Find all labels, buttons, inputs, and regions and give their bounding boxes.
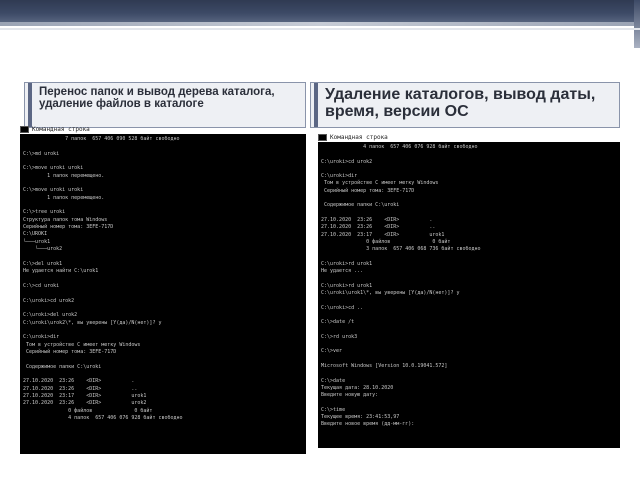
right-section-title: Удаление каталогов, вывод даты, время, в… [325, 86, 596, 120]
right-console-text: 4 папок 657 406 076 928 байт свободно C:… [321, 144, 481, 428]
right-cmd-window-title: Командная строка [330, 134, 388, 141]
slide-header-accent [0, 22, 640, 26]
left-cmd-window-title: Командная строка [32, 126, 90, 133]
right-cmd-window-titlebar: Командная строка [318, 134, 620, 142]
heading-bullet-bar [314, 83, 318, 127]
right-section-heading: Удаление каталогов, вывод даты, время, в… [310, 82, 620, 128]
cmd-icon [318, 134, 327, 141]
slide-divider [0, 28, 640, 30]
left-section-title: Перенос папок и вывод дерева каталога, у… [39, 86, 275, 111]
right-console-output: 4 папок 657 406 076 928 байт свободно C:… [318, 142, 620, 448]
left-section-heading: Перенос папок и вывод дерева каталога, у… [24, 82, 306, 128]
cmd-icon [20, 126, 29, 133]
left-cmd-window-titlebar: Командная строка [20, 126, 306, 134]
right-cmd-window: Командная строка 4 папок 657 406 076 928… [318, 134, 620, 448]
heading-bullet-bar [28, 83, 32, 127]
slide-header-band [0, 0, 640, 22]
left-cmd-window: Командная строка 7 папок 657 406 090 528… [20, 126, 306, 454]
slide-header-edge [634, 0, 640, 48]
left-console-text: 7 папок 657 406 090 528 байт свободно C:… [23, 136, 183, 422]
left-console-output: 7 папок 657 406 090 528 байт свободно C:… [20, 134, 306, 454]
